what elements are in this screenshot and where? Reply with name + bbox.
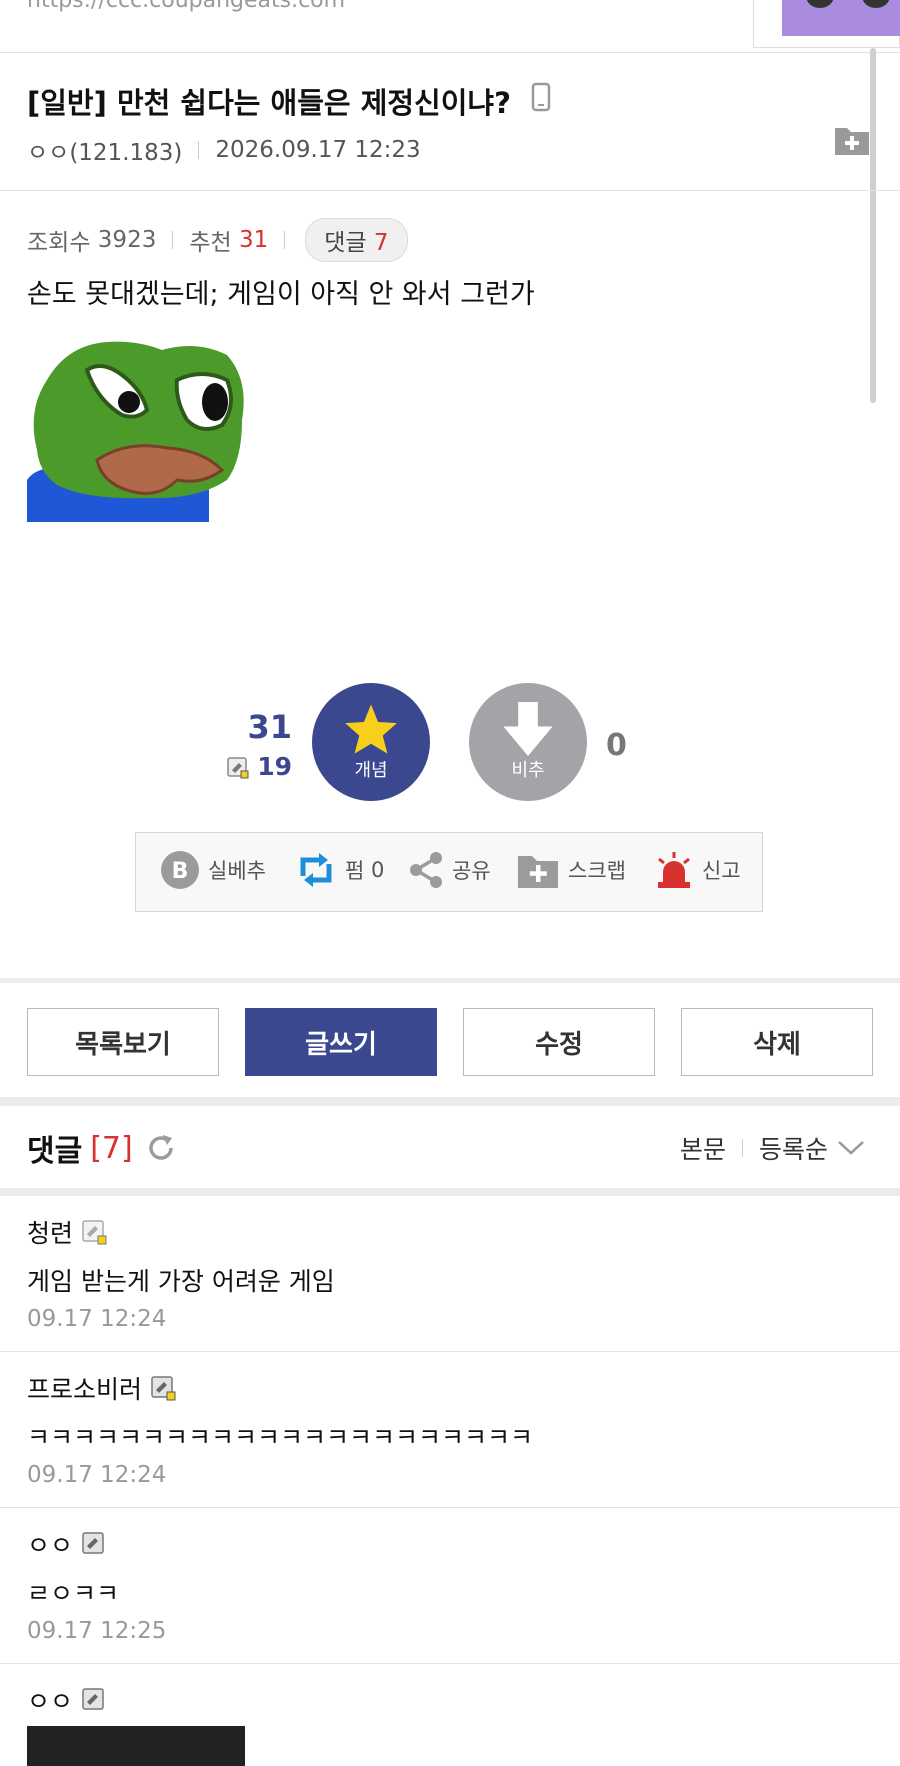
list-button[interactable]: 목록보기: [27, 1008, 219, 1076]
retweet-count: 0: [371, 858, 385, 882]
comment-image[interactable]: [27, 1726, 245, 1766]
report-button[interactable]: 신고: [654, 850, 741, 890]
share-label: 공유: [452, 859, 491, 883]
comment-author[interactable]: ㅇㅇ: [27, 1526, 107, 1562]
recommend-count: 31: [238, 227, 269, 253]
divider: [0, 190, 900, 191]
views-label: 조회수: [27, 230, 91, 256]
siren-icon: [658, 852, 690, 888]
upvote-label: 개념: [354, 760, 388, 781]
post-title: [일반] 만천 쉽다는 애들은 제정신이냐?: [27, 86, 511, 120]
ad-image-icon: [806, 0, 890, 8]
comment-text: 게임 받는게 가장 어려운 게임: [27, 1267, 335, 1296]
comment-text: ㄹㅇㅋㅋ: [27, 1579, 120, 1608]
recommend-label: 추천: [189, 230, 232, 256]
recommend-total: 31: [247, 708, 292, 746]
comment-author[interactable]: 프로소비러: [27, 1370, 176, 1406]
comment-item: 프로소비러 ㅋㅋㅋㅋㅋㅋㅋㅋㅋㅋㅋㅋㅋㅋㅋㅋㅋㅋㅋㅋㅋㅋ 09.17 12:24: [0, 1352, 900, 1508]
comment-text: ㅋㅋㅋㅋㅋㅋㅋㅋㅋㅋㅋㅋㅋㅋㅋㅋㅋㅋㅋㅋㅋㅋ: [27, 1423, 534, 1452]
comment-item: 청련 게임 받는게 가장 어려운 게임 09.17 12:24: [0, 1196, 900, 1352]
comment-nick[interactable]: 청련: [27, 1214, 73, 1250]
separator: [284, 231, 286, 249]
section-divider: [0, 1097, 900, 1106]
separator: [742, 1139, 744, 1157]
comment-time: 09.17 12:24: [27, 1306, 167, 1332]
scrap-button[interactable]: 스크랩: [516, 850, 626, 890]
best-recommend-button[interactable]: B 실베추: [160, 850, 266, 890]
edit-button[interactable]: 수정: [463, 1008, 655, 1076]
sort-body-option[interactable]: 본문: [680, 1130, 726, 1166]
delete-button[interactable]: 삭제: [681, 1008, 873, 1076]
sort-order-select[interactable]: 등록순: [759, 1130, 828, 1166]
comment-sort: 본문 등록순: [680, 1130, 866, 1166]
author-line: ㅇㅇ(121.183) 2026.09.17 12:23: [27, 133, 421, 167]
half-fixed-nick-icon: [82, 1220, 107, 1245]
best-recommend-label: 실베추: [208, 859, 266, 883]
comment-author[interactable]: ㅇㅇ: [27, 1682, 107, 1718]
section-divider: [0, 978, 900, 983]
comment-nick[interactable]: 프로소비러: [27, 1370, 142, 1406]
comment-section-title: 댓글: [27, 1134, 83, 1169]
refresh-icon[interactable]: [145, 1132, 177, 1164]
scrap-label: 스크랩: [568, 859, 626, 883]
upvote-button[interactable]: 개념: [312, 683, 430, 801]
guest-icon: [82, 1688, 104, 1710]
comment-item: ㅇㅇ ㄹㅇㅋㅋ 09.17 12:25: [0, 1508, 900, 1664]
comment-count-pill[interactable]: 댓글 7: [305, 218, 408, 262]
post-stats: 조회수 3923 추천 31 댓글 7: [27, 218, 408, 262]
separator: [172, 231, 174, 249]
comment-nick[interactable]: ㅇㅇ: [27, 1682, 73, 1718]
downvote-count: 0: [606, 728, 627, 763]
retweet-button[interactable]: 펌 0: [295, 850, 384, 890]
chevron-down-icon[interactable]: [836, 1138, 866, 1158]
pepe-frog-image: [27, 341, 244, 522]
svg-text:B: B: [172, 859, 189, 884]
b-circle-icon: B: [161, 851, 199, 889]
url-text[interactable]: https://ccc.coupangeats.com: [27, 0, 345, 13]
ad-thumbnail[interactable]: [782, 0, 900, 36]
folder-add-icon[interactable]: [834, 124, 870, 156]
comment-author[interactable]: 청련: [27, 1214, 107, 1250]
share-button[interactable]: 공유: [408, 850, 491, 890]
report-label: 신고: [702, 859, 741, 883]
arrow-down-icon: [503, 702, 553, 756]
comment-label: 댓글: [324, 230, 367, 256]
fixed-nick-icon: [151, 1376, 176, 1401]
post-datetime: 2026.09.17 12:23: [215, 137, 421, 163]
downvote-label: 비추: [511, 760, 545, 781]
comment-time: 09.17 12:24: [27, 1462, 167, 1488]
comment-section-count: [7]: [90, 1130, 133, 1166]
write-button[interactable]: 글쓰기: [245, 1008, 437, 1076]
section-divider: [0, 1188, 900, 1196]
author-name[interactable]: ㅇㅇ(121.183): [27, 133, 182, 167]
post-body: 손도 못대겠는데; 게임이 아직 안 와서 그런가: [27, 279, 535, 310]
comment-header: 댓글 [7]: [27, 1126, 177, 1170]
downvote-button[interactable]: 비추: [469, 683, 587, 801]
guest-icon: [82, 1532, 104, 1554]
comment-count: 7: [373, 230, 389, 256]
mobile-icon: [531, 82, 551, 112]
scrap-folder-icon: [518, 856, 558, 888]
page-scrollbar[interactable]: [870, 48, 876, 403]
share-icon: [410, 852, 442, 888]
fixed-recommend-count: 19: [257, 752, 292, 781]
star-icon: [345, 704, 397, 754]
retweet-label: 펌: [345, 859, 365, 883]
views-count: 3923: [97, 227, 157, 253]
separator: [198, 141, 200, 159]
retweet-icon: [300, 853, 332, 887]
comment-nick[interactable]: ㅇㅇ: [27, 1526, 73, 1562]
comment-time: 09.17 12:25: [27, 1618, 167, 1644]
